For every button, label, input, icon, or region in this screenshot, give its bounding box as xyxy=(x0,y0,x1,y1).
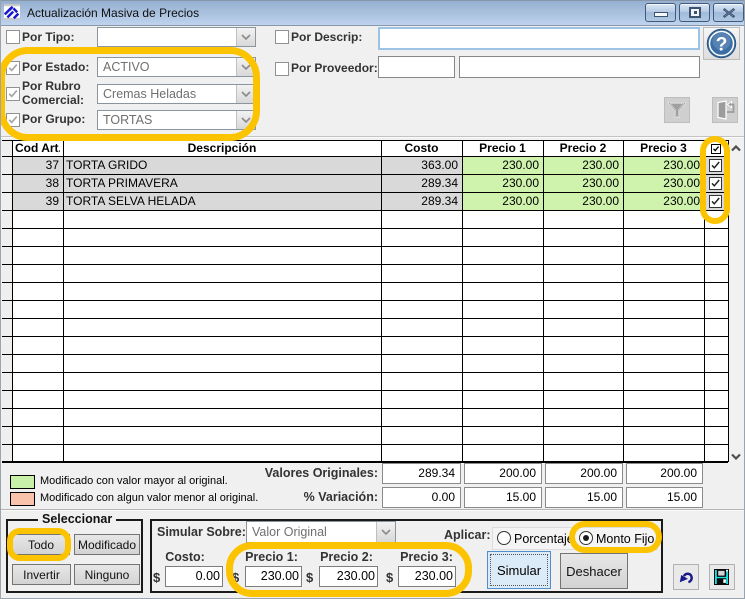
svg-text:?: ? xyxy=(716,35,728,56)
